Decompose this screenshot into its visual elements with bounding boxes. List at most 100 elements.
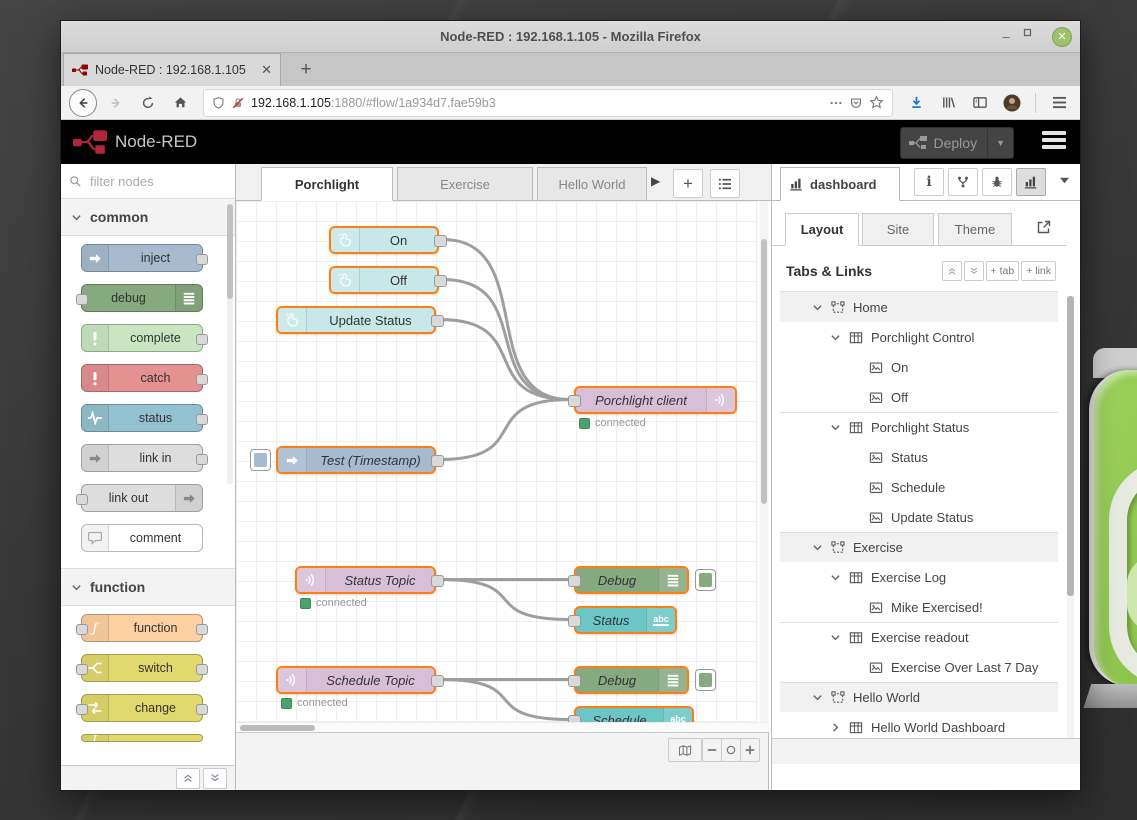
- palette-category-common[interactable]: common: [61, 199, 235, 236]
- bookmark-star-icon[interactable]: [869, 95, 884, 110]
- palette-scrollbar[interactable]: [227, 204, 233, 484]
- insecure-lock-icon[interactable]: [231, 96, 245, 110]
- dashboard-subtab-Site[interactable]: Site: [862, 213, 934, 246]
- browser-menu-button[interactable]: [1046, 90, 1072, 116]
- home-button[interactable]: [167, 90, 193, 116]
- canvas-horizontal-scrollbar[interactable]: [236, 722, 769, 732]
- tree-item-off[interactable]: Off: [780, 382, 1058, 412]
- palette-node-catch[interactable]: catch: [81, 364, 203, 392]
- wire-off-to-client[interactable]: [443, 280, 570, 400]
- page-actions-icon[interactable]: [829, 96, 843, 110]
- flow-tab-Porchlight[interactable]: Porchlight: [261, 167, 393, 201]
- tab-close-icon[interactable]: ✕: [261, 62, 272, 78]
- flow-node-client[interactable]: Porchlight client: [574, 386, 737, 414]
- flow-node-schtext[interactable]: Scheduleabc: [574, 706, 694, 722]
- palette-node-function[interactable]: ƒfunction: [81, 614, 203, 642]
- flow-tab-Exercise[interactable]: Exercise: [397, 167, 533, 201]
- minimize-button[interactable]: –: [996, 27, 1016, 47]
- pocket-icon[interactable]: [849, 96, 863, 110]
- flow-node-debug1[interactable]: Debug: [574, 566, 689, 594]
- tree-item-porchlight-status[interactable]: Porchlight Status: [780, 412, 1058, 442]
- flow-node-stext[interactable]: Statusabc: [574, 606, 677, 634]
- flow-node-schtopic[interactable]: Schedule Topic: [276, 666, 436, 694]
- reload-button[interactable]: [135, 90, 161, 116]
- chevron-down-icon[interactable]: [830, 632, 841, 643]
- chevron-right-icon[interactable]: [830, 722, 841, 733]
- input-port[interactable]: [568, 615, 581, 627]
- tree-item-schedule[interactable]: Schedule: [780, 472, 1058, 502]
- tree-item-hello-world[interactable]: Hello World: [780, 682, 1058, 712]
- chevron-down-icon[interactable]: [812, 692, 823, 703]
- palette-node-debug[interactable]: debug: [81, 284, 203, 312]
- canvas-vertical-scrollbar[interactable]: [760, 201, 768, 722]
- chevron-down-icon[interactable]: [812, 542, 823, 553]
- tree-item-exercise-over-last-7-day[interactable]: Exercise Over Last 7 Day: [780, 652, 1058, 682]
- input-port[interactable]: [568, 575, 581, 587]
- new-tab-button[interactable]: +: [289, 53, 323, 86]
- info-tab-button[interactable]: i: [914, 168, 944, 196]
- palette-node-inject[interactable]: inject: [81, 244, 203, 272]
- debug-toggle-button[interactable]: [695, 669, 716, 691]
- palette-node-switch[interactable]: switch: [81, 654, 203, 682]
- zoom-in-button[interactable]: [740, 739, 759, 761]
- library-button[interactable]: [935, 90, 961, 116]
- flow-node-off[interactable]: Off: [329, 266, 439, 294]
- back-button[interactable]: [69, 89, 97, 117]
- browser-tab[interactable]: Node-RED : 192.168.1.105 ✕: [63, 53, 281, 86]
- chevron-down-icon[interactable]: [830, 422, 841, 433]
- palette-node-link-in[interactable]: link in: [81, 444, 203, 472]
- add-flow-button[interactable]: +: [673, 169, 703, 198]
- chevron-down-icon[interactable]: [830, 332, 841, 343]
- flow-node-test[interactable]: Test (Timestamp): [276, 446, 436, 474]
- output-port[interactable]: [431, 675, 444, 687]
- tree-item-home[interactable]: Home: [780, 292, 1058, 322]
- flow-list-button[interactable]: [710, 169, 740, 198]
- inject-trigger-button[interactable]: [250, 449, 271, 471]
- filter-nodes-input[interactable]: [88, 173, 212, 190]
- collapse-all-button[interactable]: [942, 261, 962, 281]
- config-nodes-tab-button[interactable]: [948, 168, 978, 196]
- sidebar-dropdown-caret[interactable]: [1059, 176, 1070, 185]
- tree-item-porchlight-control[interactable]: Porchlight Control: [780, 322, 1058, 352]
- palette-category-function[interactable]: function: [61, 568, 235, 606]
- flow-node-stopic[interactable]: Status Topic: [295, 566, 436, 594]
- debug-toggle-button[interactable]: [695, 569, 716, 591]
- tree-item-exercise-log[interactable]: Exercise Log: [780, 562, 1058, 592]
- palette-expand-all-button[interactable]: [203, 768, 227, 789]
- forward-button[interactable]: [103, 90, 129, 116]
- tree-scrollbar[interactable]: [1067, 296, 1074, 756]
- tree-item-exercise[interactable]: Exercise: [780, 532, 1058, 562]
- output-port[interactable]: [431, 455, 444, 467]
- wire-schtopic-to-schtext[interactable]: [440, 680, 570, 720]
- sidebars-button[interactable]: [967, 90, 993, 116]
- wire-on-to-client[interactable]: [443, 240, 570, 400]
- output-port[interactable]: [434, 275, 447, 287]
- tree-item-update-status[interactable]: Update Status: [780, 502, 1058, 532]
- wire-stopic-to-stext[interactable]: [440, 580, 570, 620]
- tree-item-mike-exercised-[interactable]: Mike Exercised!: [780, 592, 1058, 622]
- output-port[interactable]: [434, 235, 447, 247]
- chevron-down-icon[interactable]: [830, 572, 841, 583]
- wire-test-to-client[interactable]: [440, 400, 570, 460]
- dashboard-subtab-Layout[interactable]: Layout: [785, 213, 859, 246]
- palette-node-complete[interactable]: complete: [81, 324, 203, 352]
- debug-tab-button[interactable]: [982, 168, 1012, 196]
- tree-item-exercise-readout[interactable]: Exercise readout: [780, 622, 1058, 652]
- flow-canvas[interactable]: OnOffUpdate StatusPorchlight clientconne…: [236, 201, 757, 722]
- output-port[interactable]: [431, 575, 444, 587]
- open-dashboard-button[interactable]: [1036, 219, 1052, 235]
- palette-search[interactable]: [61, 164, 235, 199]
- url-bar[interactable]: 192.168.1.105:1880/#flow/1a934d7.fae59b3: [203, 89, 893, 117]
- zoom-out-button[interactable]: [703, 739, 721, 761]
- window-titlebar[interactable]: Node-RED : 192.168.1.105 - Mozilla Firef…: [61, 21, 1080, 53]
- palette-node-partial[interactable]: ƒ: [81, 734, 203, 742]
- chevron-down-icon[interactable]: [812, 302, 823, 313]
- download-button[interactable]: [903, 90, 929, 116]
- close-button[interactable]: ✕: [1052, 27, 1072, 47]
- palette-node-change[interactable]: change: [81, 694, 203, 722]
- flow-tab-Hello-World[interactable]: Hello World: [537, 167, 647, 201]
- palette-node-link-out[interactable]: link out: [81, 484, 203, 512]
- tracking-shield-icon[interactable]: [212, 96, 225, 110]
- flow-node-on[interactable]: On: [329, 226, 439, 254]
- dashboard-subtab-Theme[interactable]: Theme: [938, 213, 1012, 246]
